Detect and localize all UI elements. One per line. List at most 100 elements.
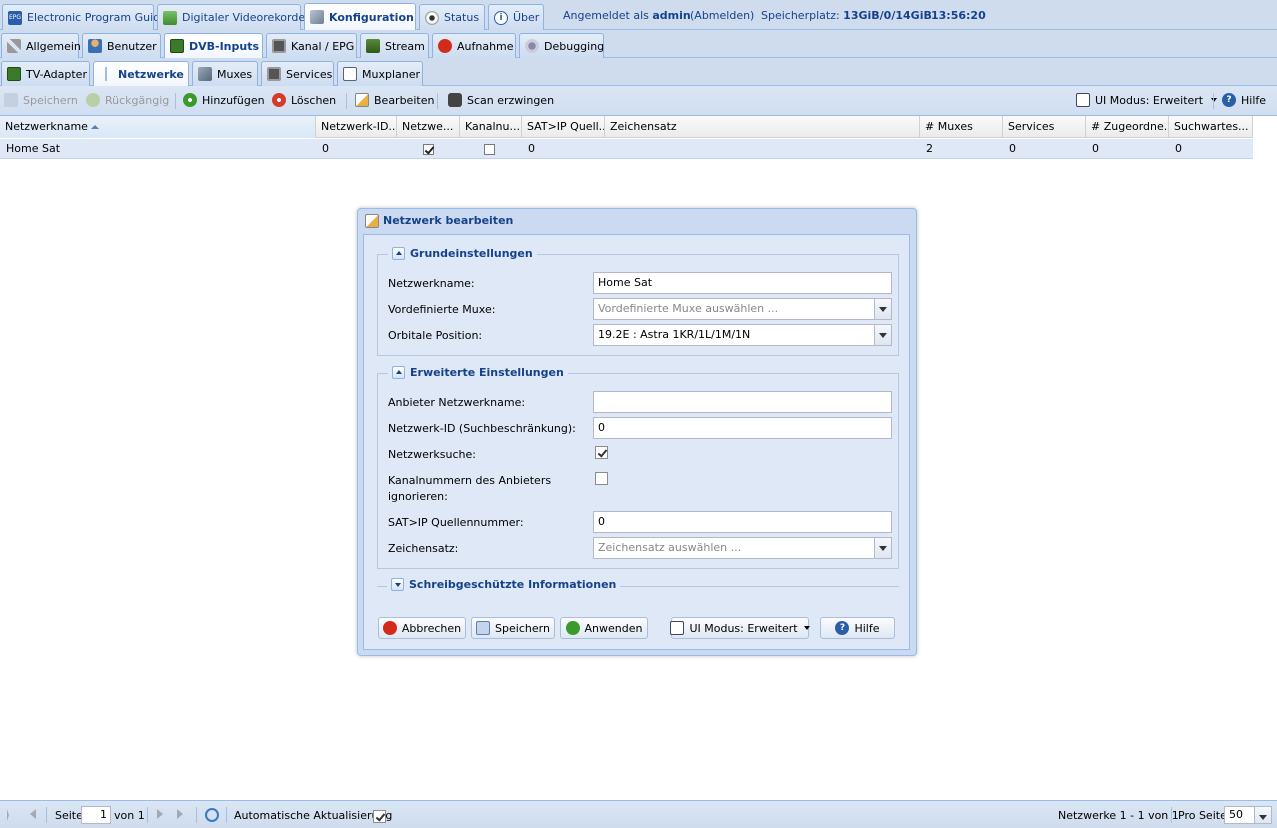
tab-status-label: Status [444, 11, 480, 24]
logout-link[interactable]: (Abmelden) [690, 9, 754, 22]
chevron-down-icon[interactable] [1254, 807, 1271, 823]
chevron-down-icon[interactable] [874, 299, 891, 319]
network-id-input[interactable]: 0 [593, 417, 892, 439]
orbital-value: 19.2E : Astra 1KR/1L/1M/1N [598, 328, 751, 341]
predefined-muxes-select[interactable]: Vordefinierte Muxe auswählen ... [593, 298, 892, 320]
dialog-help-label: Hilfe [854, 621, 880, 635]
pager-divider [46, 807, 47, 823]
tab-debugging[interactable]: Debugging [519, 33, 604, 58]
satip-source-input[interactable]: 0 [593, 511, 892, 533]
dialog-save-button[interactable]: Speichern [471, 617, 555, 639]
mux-icon [198, 67, 212, 81]
save-button[interactable]: Speichern [4, 93, 78, 107]
tab-tv-adapters[interactable]: TV-Adapter [1, 61, 90, 86]
per-page-select[interactable]: 50 [1224, 806, 1272, 824]
first-page-icon[interactable] [7, 809, 9, 821]
antenna-icon [99, 67, 113, 81]
add-button[interactable]: Hinzufügen [183, 93, 265, 107]
collapse-icon[interactable] [392, 366, 405, 379]
table-row[interactable]: Home Sat 0 0 2 0 0 0 [0, 139, 1253, 159]
ui-mode-dropdown[interactable]: UI Modus: Erweitert [1076, 93, 1218, 107]
save-icon [476, 621, 491, 635]
page-input[interactable]: 1 [81, 806, 111, 824]
readonly-legend[interactable]: Schreibgeschützte Informationen [387, 578, 621, 591]
grid-toolbar: Speichern Rückgängig Hinzufügen Löschen … [0, 86, 1277, 116]
tab-epg[interactable]: EPG Electronic Program Guide [2, 4, 167, 30]
list-icon [670, 621, 685, 635]
chevron-down-icon[interactable] [874, 325, 891, 345]
check-icon [565, 621, 580, 635]
col-services[interactable]: Services [1003, 116, 1086, 138]
col-network-search[interactable]: Netzwe... [397, 116, 460, 138]
expand-icon[interactable] [391, 578, 404, 591]
tab-general[interactable]: Allgemein [1, 33, 81, 58]
tab-configuration[interactable]: Konfiguration [304, 3, 416, 30]
cancel-button[interactable]: Abbrechen [378, 617, 466, 639]
help-label: Hilfe [1241, 93, 1267, 107]
auto-refresh-label: Automatische Aktualisierung [234, 809, 393, 822]
prev-page-icon[interactable] [30, 809, 36, 819]
tab-status[interactable]: Status [419, 4, 485, 30]
col-ignore-numbers[interactable]: Kanalnu... [460, 116, 522, 138]
orbital-position-select[interactable]: 19.2E : Astra 1KR/1L/1M/1N [593, 324, 892, 346]
delete-button[interactable]: Löschen [272, 93, 336, 107]
tab-users[interactable]: Benutzer [82, 33, 161, 58]
apply-button[interactable]: Anwenden [560, 617, 648, 639]
name-label: Netzwerkname: [388, 277, 475, 290]
provider-network-name-input[interactable] [593, 391, 892, 413]
tab-dvr[interactable]: Digitaler Videorekorder [157, 4, 310, 30]
tab-muxplanner[interactable]: Muxplaner [337, 61, 423, 86]
collapse-icon[interactable] [392, 247, 405, 260]
cell-satip-source: 0 [528, 142, 535, 155]
satip-label: SAT>IP Quellennummer: [388, 516, 524, 529]
network-search-checkbox[interactable] [595, 446, 608, 459]
col-assigned[interactable]: # Zugeordne... [1086, 116, 1169, 138]
network-name-input[interactable]: Home Sat [593, 272, 892, 294]
next-page-icon[interactable] [157, 809, 163, 819]
checkbox-unchecked[interactable] [484, 143, 495, 155]
basic-settings-legend[interactable]: Grundeinstellungen [388, 247, 537, 260]
dialog-ui-mode-button[interactable]: UI Modus: Erweitert [670, 617, 810, 639]
tab-muxes[interactable]: Muxes [192, 61, 258, 86]
tab-stream[interactable]: Stream [360, 33, 429, 58]
tab-recording[interactable]: Aufnahme [432, 33, 516, 58]
advanced-settings-legend[interactable]: Erweiterte Einstellungen [388, 366, 568, 379]
col-muxes[interactable]: # Muxes [920, 116, 1003, 138]
dvb-tab-bar: TV-Adapter Netzwerke Muxes Services Muxp… [0, 58, 1277, 86]
refresh-icon[interactable] [205, 808, 219, 822]
undo-button[interactable]: Rückgängig [86, 93, 169, 107]
tab-stream-label: Stream [385, 39, 425, 53]
checkbox-checked[interactable] [423, 143, 434, 155]
col-satip-source[interactable]: SAT>IP Quell... [522, 116, 605, 138]
help-button[interactable]: ? Hilfe [1222, 93, 1266, 107]
col-label: Kanalnu... [465, 120, 520, 133]
chevron-down-icon[interactable] [874, 538, 891, 558]
add-label: Hinzufügen [202, 93, 265, 107]
edit-button[interactable]: Bearbeiten [355, 93, 434, 107]
col-network-name[interactable]: Netzwerkname [0, 116, 316, 138]
services-icon [267, 67, 281, 81]
dialog-help-button[interactable]: ? Hilfe [820, 617, 895, 639]
tab-networks[interactable]: Netzwerke [93, 61, 189, 86]
charset-label: Zeichensatz: [388, 542, 459, 555]
tab-dvb-inputs[interactable]: DVB-Inputs [164, 33, 263, 58]
ignore-numbers-checkbox[interactable] [595, 472, 608, 485]
per-page-label: Pro Seite [1178, 809, 1227, 822]
tab-about-label: Über [513, 11, 540, 24]
col-network-id[interactable]: Netzwerk-ID... [316, 116, 397, 138]
tab-networks-label: Netzwerke [118, 67, 184, 81]
tab-debugging-label: Debugging [544, 39, 605, 53]
col-queue[interactable]: Suchwartes... [1169, 116, 1253, 138]
help-icon: ? [835, 621, 850, 635]
last-page-icon[interactable] [177, 809, 183, 819]
tab-about[interactable]: i Über [488, 4, 544, 30]
card-icon [170, 39, 184, 53]
col-charset[interactable]: Zeichensatz [605, 116, 920, 138]
tab-channel-epg[interactable]: Kanal / EPG [266, 33, 357, 58]
tab-services[interactable]: Services [261, 61, 334, 86]
grid-header: Netzwerkname Netzwerk-ID... Netzwe... Ka… [0, 116, 1253, 138]
auto-refresh-checkbox[interactable] [373, 810, 386, 823]
charset-select[interactable]: Zeichensatz auswählen ... [593, 537, 892, 559]
col-label: Suchwartes... [1174, 120, 1249, 133]
force-scan-button[interactable]: Scan erzwingen [448, 93, 554, 107]
